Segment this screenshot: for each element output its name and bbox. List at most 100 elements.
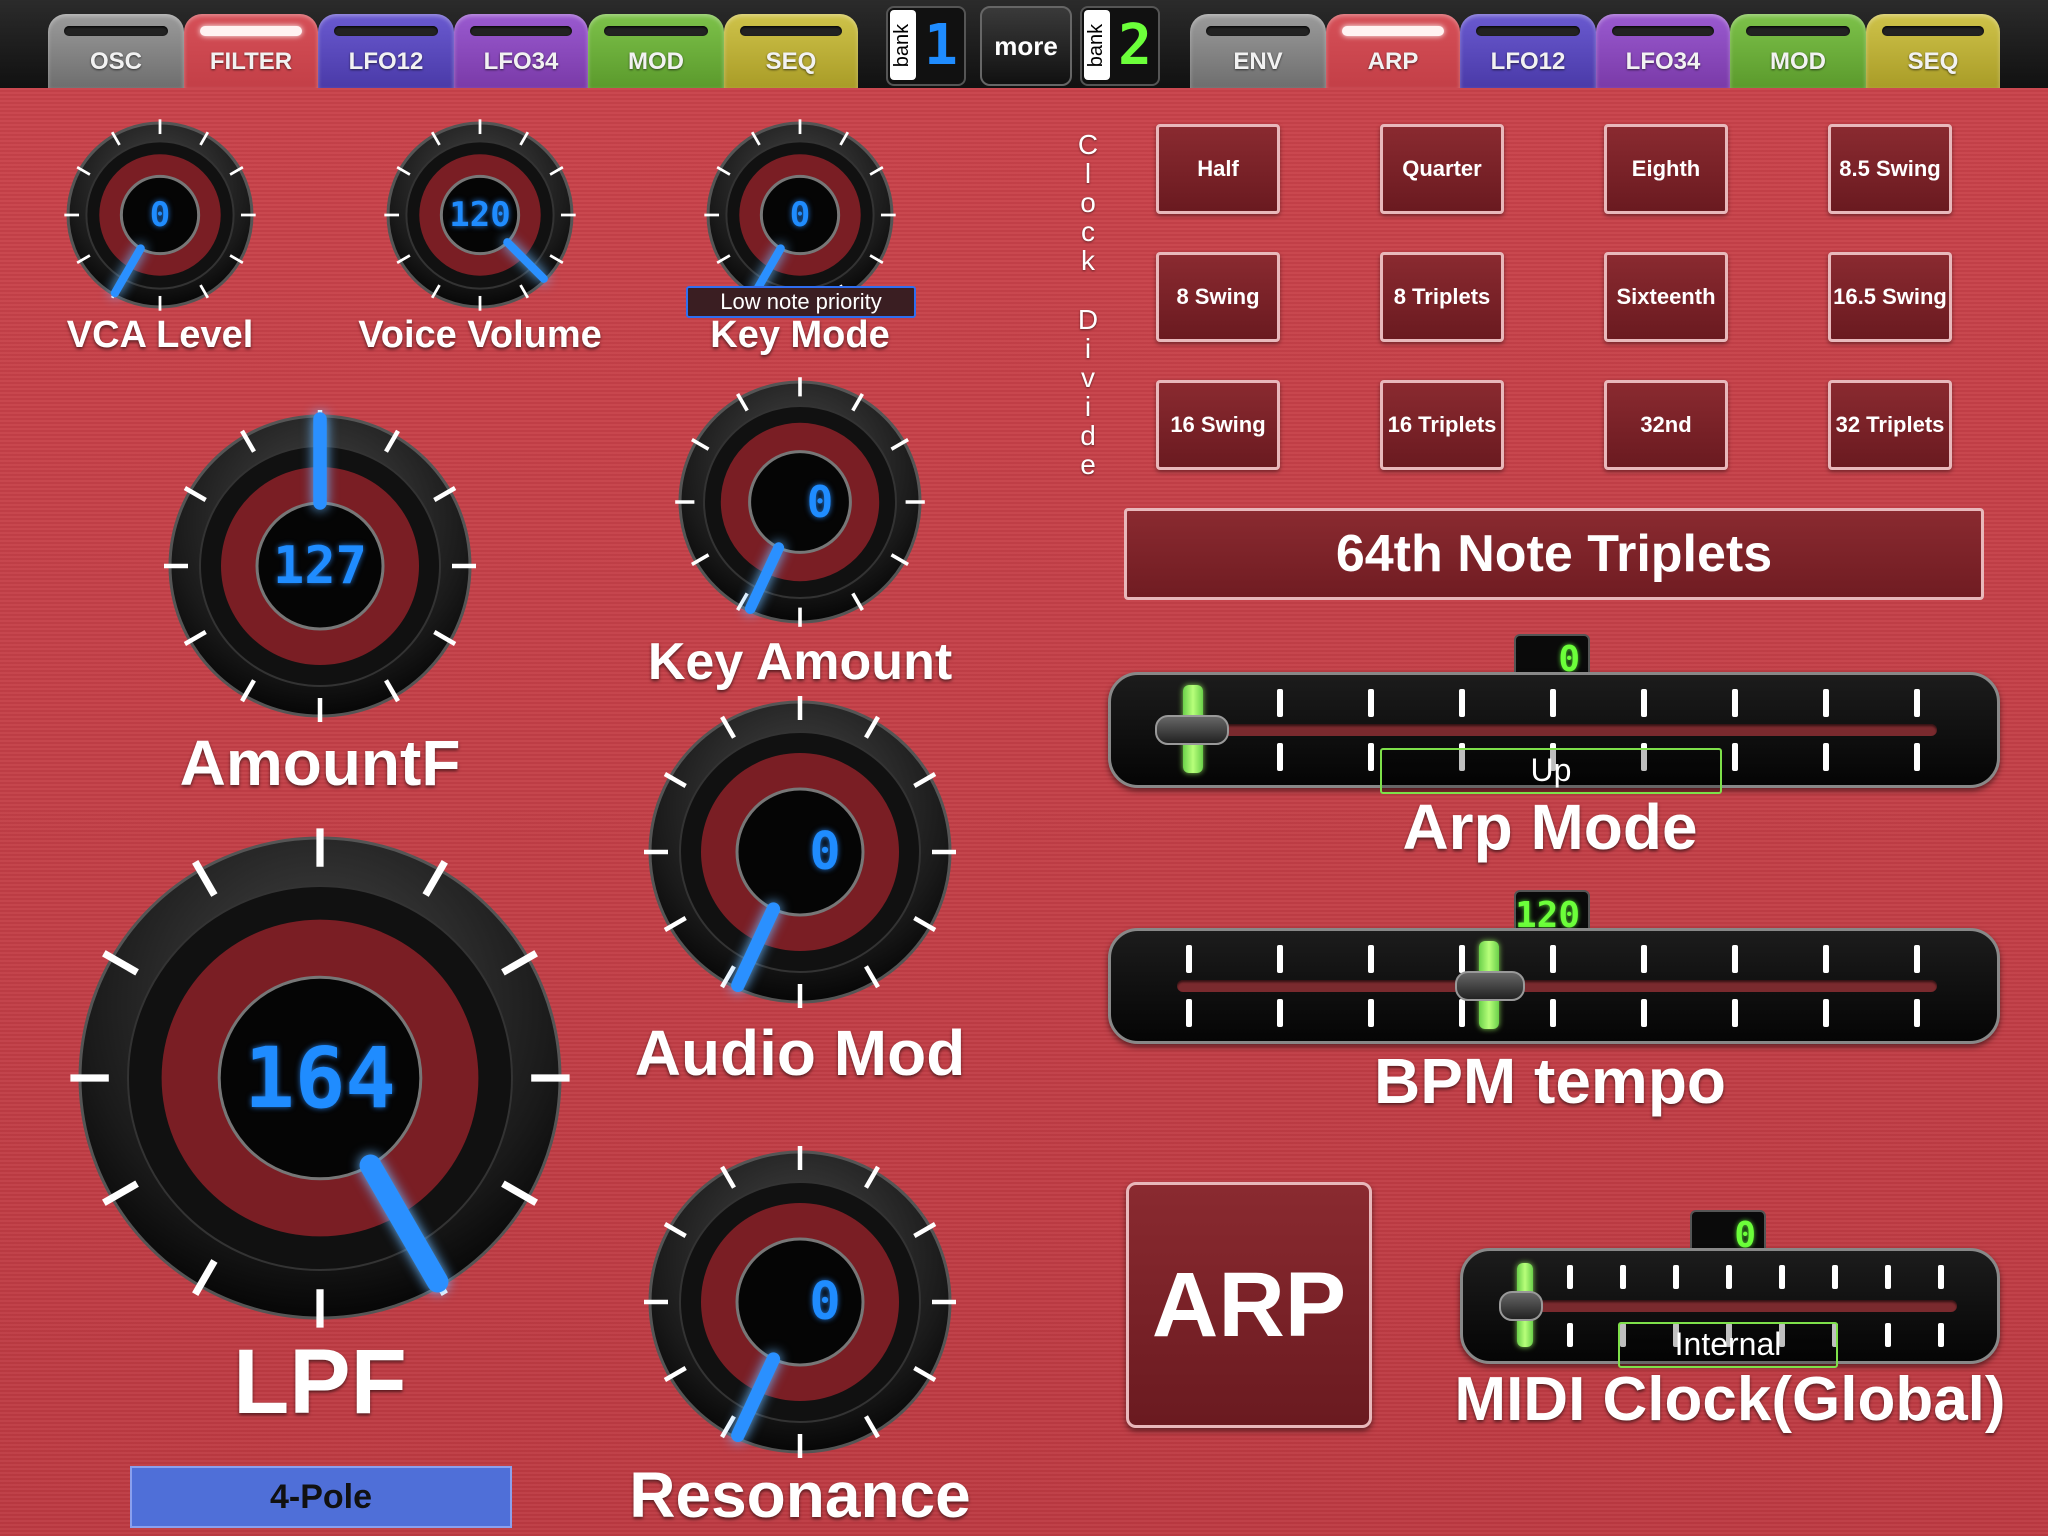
vca-level-label: VCA Level xyxy=(66,314,254,356)
slider-tick xyxy=(1550,945,1556,973)
tab-label: OSC xyxy=(89,48,142,75)
amountf-label: AmountF xyxy=(179,727,461,799)
tab-label: MOD xyxy=(628,48,684,75)
slider-tick xyxy=(1885,1323,1891,1347)
slider-tick xyxy=(1832,1265,1838,1289)
slider-tick xyxy=(1823,999,1829,1027)
bank-number: 1 xyxy=(924,12,958,78)
audio-mod-display: 0 xyxy=(809,822,841,882)
slider-tick xyxy=(1277,743,1283,771)
clock-divide-button[interactable]: 16 Swing xyxy=(1156,380,1280,470)
slider-tick xyxy=(1368,689,1374,717)
audio-mod-label: Audio Mod xyxy=(634,1017,966,1089)
slider-tick xyxy=(1885,1265,1891,1289)
slider-tick xyxy=(1186,945,1192,973)
resonance-display: 0 xyxy=(809,1272,841,1332)
clock-divide-line2: Divide xyxy=(1077,304,1099,480)
slider-tick xyxy=(1277,945,1283,973)
tab-label: LFO12 xyxy=(348,48,424,75)
bank-2-selector[interactable]: bank 2 xyxy=(1080,6,1160,86)
bank-1-selector[interactable]: bank 1 xyxy=(886,6,966,86)
slider-tick xyxy=(1732,945,1738,973)
key-amount-display: 0 xyxy=(806,476,834,528)
filter-pole-button[interactable]: 4-Pole xyxy=(130,1466,512,1528)
bpm-tempo-slider-handle[interactable] xyxy=(1455,971,1525,1001)
tab-osc-left[interactable]: OSC xyxy=(48,14,184,88)
slider-tick xyxy=(1277,999,1283,1027)
tab-label: ENV xyxy=(1233,48,1283,75)
clock-divide-button[interactable]: Quarter xyxy=(1380,124,1504,214)
voice-volume-display: 120 xyxy=(449,195,511,235)
tab-lfo12-right[interactable]: LFO12 xyxy=(1460,14,1596,88)
vca-level-display: 0 xyxy=(149,195,171,235)
slider-tick xyxy=(1823,743,1829,771)
slider-tick xyxy=(1567,1265,1573,1289)
clock-divide-button[interactable]: 16 Triplets xyxy=(1380,380,1504,470)
slider-tick xyxy=(1779,1265,1785,1289)
slider-tick xyxy=(1732,743,1738,771)
tab-mod-left[interactable]: MOD xyxy=(588,14,724,88)
tab-mod-right[interactable]: MOD xyxy=(1730,14,1866,88)
clock-divide-button[interactable]: 8 Swing xyxy=(1156,252,1280,342)
slider-tick xyxy=(1823,945,1829,973)
tab-label: LFO34 xyxy=(483,48,559,75)
clock-divide-button[interactable]: Sixteenth xyxy=(1604,252,1728,342)
tab-filter-left[interactable]: FILTER xyxy=(184,14,318,88)
clock-divide-button[interactable]: 8.5 Swing xyxy=(1828,124,1952,214)
tab-bar: OSC FILTER LFO12 LFO34 MOD SEQ bank 1 mo… xyxy=(0,0,2048,88)
slider-tick xyxy=(1368,743,1374,771)
midi-clock-slider-handle[interactable] xyxy=(1499,1291,1543,1321)
clock-divide-button[interactable]: Half xyxy=(1156,124,1280,214)
clock-divide-button[interactable]: 16.5 Swing xyxy=(1828,252,1952,342)
bpm-tempo-label: BPM tempo xyxy=(1374,1045,1726,1117)
slider-tick xyxy=(1914,945,1920,973)
tab-lfo12-left[interactable]: LFO12 xyxy=(318,14,454,88)
tab-label: SEQ xyxy=(765,48,817,75)
tab-label: MOD xyxy=(1770,48,1826,75)
tab-label: FILTER xyxy=(209,48,293,75)
tab-lfo34-right[interactable]: LFO34 xyxy=(1596,14,1730,88)
clock-divide-button[interactable]: Eighth xyxy=(1604,124,1728,214)
slider-tick xyxy=(1938,1265,1944,1289)
slider-tick xyxy=(1567,1323,1573,1347)
slider-tick xyxy=(1368,999,1374,1027)
tab-label: ARP xyxy=(1367,48,1419,75)
slider-tick xyxy=(1823,689,1829,717)
clock-divide-label: Clock Divide xyxy=(1070,130,1106,479)
arp-toggle-button[interactable]: ARP xyxy=(1126,1182,1372,1428)
bank-number: 2 xyxy=(1118,12,1152,78)
slider-tick xyxy=(1459,689,1465,717)
arp-mode-label: Arp Mode xyxy=(1402,791,1698,863)
voice-volume-label: Voice Volume xyxy=(358,314,602,356)
clock-divide-button[interactable]: 32 Triplets xyxy=(1828,380,1952,470)
slider-tick xyxy=(1459,945,1465,973)
tab-arp-right[interactable]: ARP xyxy=(1326,14,1460,88)
midi-clock-text: Internal xyxy=(1618,1322,1838,1368)
lpf-display: 164 xyxy=(244,1029,396,1127)
slider-tick xyxy=(1550,999,1556,1027)
tab-env-right[interactable]: ENV xyxy=(1190,14,1326,88)
more-button[interactable]: more xyxy=(980,6,1072,86)
bank-label: bank xyxy=(890,10,916,80)
tab-label: LFO12 xyxy=(1490,48,1566,75)
tab-seq-left[interactable]: SEQ xyxy=(724,14,858,88)
key-mode-display: 0 xyxy=(789,195,811,235)
tab-lfo34-left[interactable]: LFO34 xyxy=(454,14,588,88)
slider-tick xyxy=(1186,999,1192,1027)
arp-mode-slider-handle[interactable] xyxy=(1155,715,1229,745)
tab-label: SEQ xyxy=(1907,48,1959,75)
slider-tick xyxy=(1673,1265,1679,1289)
slider-rail xyxy=(1505,1300,1957,1312)
bpm-tempo-slider[interactable] xyxy=(1108,928,2000,1044)
slider-tick xyxy=(1914,743,1920,771)
slider-tick xyxy=(1641,945,1647,973)
tab-label: LFO34 xyxy=(1625,48,1701,75)
midi-clock-label: MIDI Clock(Global) xyxy=(1454,1365,2006,1434)
clock-divide-button[interactable]: 32nd xyxy=(1604,380,1728,470)
clock-divide-button[interactable]: 8 Triplets xyxy=(1380,252,1504,342)
slider-tick xyxy=(1938,1323,1944,1347)
amountf-display: 127 xyxy=(273,536,367,596)
arp-mode-text: Up xyxy=(1380,748,1722,794)
slider-tick xyxy=(1914,689,1920,717)
tab-seq-right[interactable]: SEQ xyxy=(1866,14,2000,88)
